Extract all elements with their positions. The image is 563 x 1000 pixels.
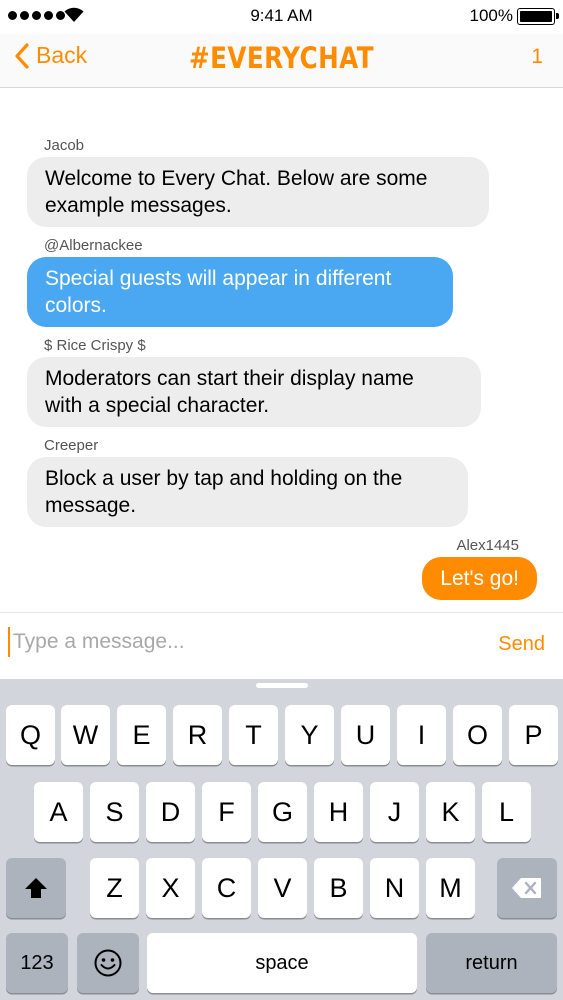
key-s[interactable]: S xyxy=(90,782,139,842)
message-text-line: Moderators can start their display name xyxy=(45,367,414,390)
message-item-own[interactable]: Alex1445 Let's go! xyxy=(422,537,537,600)
key-c[interactable]: C xyxy=(202,858,251,918)
chevron-left-icon xyxy=(15,42,29,69)
message-bubble[interactable]: Special guests will appear in different … xyxy=(27,257,453,327)
send-button[interactable]: Send xyxy=(498,633,545,656)
key-n[interactable]: N xyxy=(370,858,419,918)
emoji-smiley-icon xyxy=(94,949,122,977)
message-sender: Alex1445 xyxy=(456,537,519,554)
emoji-key[interactable] xyxy=(77,933,139,993)
chat-title: #EVERYCHAT xyxy=(189,41,374,75)
battery-percentage: 100% xyxy=(469,6,513,25)
key-j[interactable]: J xyxy=(370,782,419,842)
key-d[interactable]: D xyxy=(146,782,195,842)
key-r[interactable]: R xyxy=(173,705,222,765)
keyboard-handle[interactable] xyxy=(256,683,308,688)
message-text-line: Welcome to Every Chat. Below are some xyxy=(45,167,428,190)
key-a[interactable]: A xyxy=(34,782,83,842)
backspace-icon xyxy=(512,878,541,898)
key-e[interactable]: E xyxy=(117,705,166,765)
message-bubble[interactable]: Let's go! xyxy=(422,557,537,600)
shift-arrow-icon xyxy=(25,878,47,898)
message-text-line: colors. xyxy=(45,294,107,317)
message-item[interactable]: @Albernackee Special guests will appear … xyxy=(27,237,453,327)
key-q[interactable]: Q xyxy=(6,705,55,765)
message-text-line: Let's go! xyxy=(440,567,519,590)
key-i[interactable]: I xyxy=(397,705,446,765)
message-bubble[interactable]: Welcome to Every Chat. Below are some ex… xyxy=(27,157,489,227)
key-k[interactable]: K xyxy=(426,782,475,842)
key-p[interactable]: P xyxy=(509,705,558,765)
message-bubble[interactable]: Moderators can start their display name … xyxy=(27,357,481,427)
participant-count[interactable]: 1 xyxy=(531,45,543,69)
message-text-line: example messages. xyxy=(45,194,232,217)
space-key[interactable]: space xyxy=(147,933,417,993)
key-x[interactable]: X xyxy=(146,858,195,918)
message-sender: $ Rice Crispy $ xyxy=(44,337,146,354)
key-h[interactable]: H xyxy=(314,782,363,842)
message-sender: @Albernackee xyxy=(44,237,143,254)
key-u[interactable]: U xyxy=(341,705,390,765)
delete-key[interactable] xyxy=(497,858,557,918)
message-composer: Send xyxy=(0,612,563,678)
key-l[interactable]: L xyxy=(482,782,531,842)
message-input[interactable] xyxy=(8,627,478,657)
key-g[interactable]: G xyxy=(258,782,307,842)
keyboard: Q W E R T Y U I O P A S D F G H J K L Z … xyxy=(0,679,563,1000)
key-w[interactable]: W xyxy=(61,705,110,765)
message-text-line: Block a user by tap and holding on the xyxy=(45,467,403,490)
message-text-line: message. xyxy=(45,494,137,517)
key-b[interactable]: B xyxy=(314,858,363,918)
battery-icon xyxy=(517,8,559,25)
key-o[interactable]: O xyxy=(453,705,502,765)
key-z[interactable]: Z xyxy=(90,858,139,918)
key-v[interactable]: V xyxy=(258,858,307,918)
status-bar: 9:41 AM 100% xyxy=(0,0,563,34)
message-text-line: Special guests will appear in different xyxy=(45,267,392,290)
shift-key[interactable] xyxy=(6,858,66,918)
return-key[interactable]: return xyxy=(426,933,557,993)
message-bubble[interactable]: Block a user by tap and holding on the m… xyxy=(27,457,468,527)
key-f[interactable]: F xyxy=(202,782,251,842)
key-y[interactable]: Y xyxy=(285,705,334,765)
message-item[interactable]: Creeper Block a user by tap and holding … xyxy=(27,437,468,527)
message-text-line: with a special character. xyxy=(45,394,270,417)
message-item[interactable]: $ Rice Crispy $ Moderators can start the… xyxy=(27,337,481,427)
key-m[interactable]: M xyxy=(426,858,475,918)
message-list[interactable]: Jacob Welcome to Every Chat. Below are s… xyxy=(0,89,563,611)
key-t[interactable]: T xyxy=(229,705,278,765)
message-item[interactable]: Jacob Welcome to Every Chat. Below are s… xyxy=(27,137,489,227)
message-sender: Jacob xyxy=(44,137,85,154)
message-sender: Creeper xyxy=(44,437,99,454)
numbers-key[interactable]: 123 xyxy=(6,933,68,993)
navigation-bar: Back #EVERYCHAT 1 xyxy=(0,34,563,88)
